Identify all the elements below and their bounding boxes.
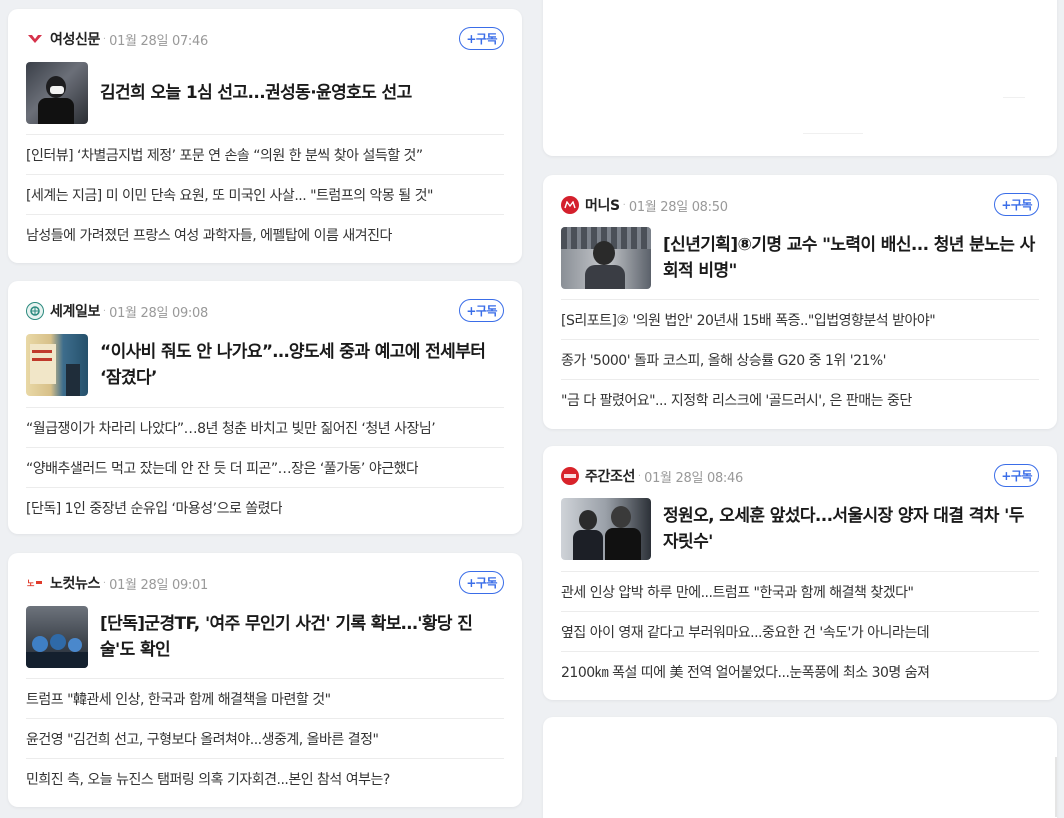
related-title[interactable]: 종가 '5000' 돌파 코스피, 올해 상승률 G20 중 1위 '21%' xyxy=(561,350,886,370)
main-article[interactable]: “이사비 줘도 안 나가요”…양도세 중과 예고에 전세부터 ‘잠겼다’ xyxy=(26,334,504,396)
related-title[interactable]: [단독] 1인 중장년 순유입 ‘마용성’으로 쏠렸다 xyxy=(26,498,282,518)
news-card-moneys: 머니S · 01월 28일 08:50 +구독 [신년기획]⑧기명 교수 "노력… xyxy=(543,175,1057,429)
press-name[interactable]: 노컷뉴스 xyxy=(50,573,100,593)
list-item[interactable]: 관세 인상 압박 하루 만에...트럼프 "한국과 함께 해결책 찾겠다" xyxy=(561,571,1039,611)
news-card-yeoseong: 여성신문 · 01월 28일 07:46 +구독 김건희 오늘 1심 선고...… xyxy=(8,9,522,263)
list-item[interactable]: [인터뷰] ‘차별금지법 제정’ 포문 연 손솔 “의원 한 분씩 찾아 설득할… xyxy=(26,134,504,174)
related-list: 트럼프 "韓관세 인상, 한국과 함께 해결책을 마련할 것" 윤건영 "김건희… xyxy=(26,678,504,798)
ad-placeholder-top xyxy=(543,0,1057,156)
related-title[interactable]: 윤건영 "김건희 선고, 구형보다 올려쳐야...생중계, 올바른 결정" xyxy=(26,729,378,749)
publish-date: 01월 28일 09:08 xyxy=(109,305,208,321)
article-thumbnail[interactable] xyxy=(26,62,88,124)
related-title[interactable]: “월급쟁이가 차라리 나았다”…8년 청춘 바치고 빚만 짊어진 ‘청년 사장님… xyxy=(26,418,435,438)
headline[interactable]: [신년기획]⑧기명 교수 "노력이 배신... 청년 분노는 사회적 비명" xyxy=(663,232,1039,284)
list-item[interactable]: “양배추샐러드 먹고 잤는데 안 잔 듯 더 피곤”…장은 ‘풀가동’ 야근했다 xyxy=(26,447,504,487)
news-card-nocut: 노 노컷뉴스 · 01월 28일 09:01 +구독 [단독]군경TF, '여주… xyxy=(8,553,522,807)
related-title[interactable]: 관세 인상 압박 하루 만에...트럼프 "한국과 함께 해결책 찾겠다" xyxy=(561,582,913,602)
related-title[interactable]: “양배추샐러드 먹고 잤는데 안 잔 듯 더 피곤”…장은 ‘풀가동’ 야근했다 xyxy=(26,458,418,478)
list-item[interactable]: 트럼프 "韓관세 인상, 한국과 함께 해결책을 마련할 것" xyxy=(26,678,504,718)
related-title[interactable]: [세계는 지금] 미 이민 단속 요원, 또 미국인 사살... "트럼프의 악… xyxy=(26,185,433,205)
list-item[interactable]: 옆집 아이 영재 같다고 부러워마요...중요한 건 '속도'가 아니라는데 xyxy=(561,611,1039,651)
related-list: “월급쟁이가 차라리 나았다”…8년 청춘 바치고 빚만 짊어진 ‘청년 사장님… xyxy=(26,407,504,527)
list-item[interactable]: 2100㎞ 폭설 띠에 美 전역 얼어붙었다...눈폭풍에 최소 30명 숨져 xyxy=(561,651,1039,691)
subscribe-button[interactable]: +구독 xyxy=(994,464,1039,487)
subscribe-button[interactable]: +구독 xyxy=(459,571,504,594)
press-name[interactable]: 여성신문 xyxy=(50,29,100,49)
related-title[interactable]: "금 다 팔렸어요"... 지정학 리스크에 '골드러시', 은 판매는 중단 xyxy=(561,390,912,410)
press-name[interactable]: 세계일보 xyxy=(50,301,100,321)
separator-dot: · xyxy=(102,33,107,45)
related-list: 관세 인상 압박 하루 만에...트럼프 "한국과 함께 해결책 찾겠다" 옆집… xyxy=(561,571,1039,691)
related-title[interactable]: 남성들에 가려졌던 프랑스 여성 과학자들, 에펠탑에 이름 새겨진다 xyxy=(26,225,392,245)
list-item[interactable]: 종가 '5000' 돌파 코스피, 올해 상승률 G20 중 1위 '21%' xyxy=(561,339,1039,379)
list-item[interactable]: “월급쟁이가 차라리 나았다”…8년 청춘 바치고 빚만 짊어진 ‘청년 사장님… xyxy=(26,407,504,447)
list-item[interactable]: 민희진 측, 오늘 뉴진스 탬퍼링 의혹 기자회견...본인 참석 여부는? xyxy=(26,758,504,798)
news-card-weekly-chosun: 주간조선 · 01월 28일 08:46 +구독 정원오, 오세훈 앞섰다...… xyxy=(543,446,1057,700)
card-header: 여성신문 · 01월 28일 07:46 +구독 xyxy=(26,27,504,51)
headline[interactable]: 정원오, 오세훈 앞섰다...서울시장 양자 대결 격차 '두 자릿수' xyxy=(663,503,1039,555)
press-name[interactable]: 주간조선 xyxy=(585,466,635,486)
publish-date: 01월 28일 08:46 xyxy=(644,470,743,486)
headline[interactable]: [단독]군경TF, '여주 무인기 사건' 기록 확보…'황당 진술'도 확인 xyxy=(100,611,504,663)
main-article[interactable]: [단독]군경TF, '여주 무인기 사건' 기록 확보…'황당 진술'도 확인 xyxy=(26,606,504,668)
card-header: 노 노컷뉴스 · 01월 28일 09:01 +구독 xyxy=(26,571,504,595)
publish-date: 01월 28일 07:46 xyxy=(109,33,208,49)
moneys-logo-icon[interactable] xyxy=(561,196,579,214)
list-item[interactable]: [S리포트]② '의원 법안' 20년새 15배 폭증.."입법영향분석 받아야… xyxy=(561,299,1039,339)
article-thumbnail[interactable] xyxy=(561,498,651,560)
weekly-chosun-logo-icon[interactable] xyxy=(561,467,579,485)
subscribe-button[interactable]: +구독 xyxy=(994,193,1039,216)
publish-date: 01월 28일 09:01 xyxy=(109,577,208,593)
ad-divider xyxy=(1003,97,1025,98)
separator-dot: · xyxy=(102,577,107,589)
yeoseong-logo-icon[interactable] xyxy=(26,30,44,48)
subscribe-button[interactable]: +구독 xyxy=(459,299,504,322)
main-article[interactable]: 정원오, 오세훈 앞섰다...서울시장 양자 대결 격차 '두 자릿수' xyxy=(561,498,1039,560)
list-item[interactable]: [세계는 지금] 미 이민 단속 요원, 또 미국인 사살... "트럼프의 악… xyxy=(26,174,504,214)
related-list: [S리포트]② '의원 법안' 20년새 15배 폭증.."입법영향분석 받아야… xyxy=(561,299,1039,419)
related-title[interactable]: 2100㎞ 폭설 띠에 美 전역 얼어붙었다...눈폭풍에 최소 30명 숨져 xyxy=(561,662,930,682)
ad-divider xyxy=(803,133,863,134)
related-list: [인터뷰] ‘차별금지법 제정’ 포문 연 손솔 “의원 한 분씩 찾아 설득할… xyxy=(26,134,504,254)
main-article[interactable]: 김건희 오늘 1심 선고...권성동·윤영호도 선고 xyxy=(26,62,504,124)
related-title[interactable]: 트럼프 "韓관세 인상, 한국과 함께 해결책을 마련할 것" xyxy=(26,689,331,709)
publish-date: 01월 28일 08:50 xyxy=(628,199,728,215)
related-title[interactable]: [인터뷰] ‘차별금지법 제정’ 포문 연 손솔 “의원 한 분씩 찾아 설득할… xyxy=(26,145,423,165)
news-card-segye: 세계일보 · 01월 28일 09:08 +구독 “이사비 줘도 안 나가요”…… xyxy=(8,281,522,534)
related-title[interactable]: [S리포트]② '의원 법안' 20년새 15배 폭증.."입법영향분석 받아야… xyxy=(561,310,935,330)
segye-logo-icon[interactable] xyxy=(26,302,44,320)
article-thumbnail[interactable] xyxy=(26,606,88,668)
separator-dot: · xyxy=(622,199,626,211)
headline[interactable]: 김건희 오늘 1심 선고...권성동·윤영호도 선고 xyxy=(100,80,412,106)
list-item[interactable]: "금 다 팔렸어요"... 지정학 리스크에 '골드러시', 은 판매는 중단 xyxy=(561,379,1039,419)
press-name[interactable]: 머니S xyxy=(585,195,620,215)
separator-dot: · xyxy=(102,305,107,317)
headline[interactable]: “이사비 줘도 안 나가요”…양도세 중과 예고에 전세부터 ‘잠겼다’ xyxy=(100,339,504,391)
article-thumbnail[interactable] xyxy=(26,334,88,396)
svg-text:노: 노 xyxy=(27,579,35,588)
article-thumbnail[interactable] xyxy=(561,227,651,289)
nocut-logo-icon[interactable]: 노 xyxy=(26,574,44,592)
list-item[interactable]: 남성들에 가려졌던 프랑스 여성 과학자들, 에펠탑에 이름 새겨진다 xyxy=(26,214,504,254)
separator-dot: · xyxy=(637,470,642,482)
subscribe-button[interactable]: +구독 xyxy=(459,27,504,50)
ad-placeholder-bottom xyxy=(543,717,1057,818)
card-header: 주간조선 · 01월 28일 08:46 +구독 xyxy=(561,464,1039,488)
related-title[interactable]: 옆집 아이 영재 같다고 부러워마요...중요한 건 '속도'가 아니라는데 xyxy=(561,622,929,642)
list-item[interactable]: [단독] 1인 중장년 순유입 ‘마용성’으로 쏠렸다 xyxy=(26,487,504,527)
list-item[interactable]: 윤건영 "김건희 선고, 구형보다 올려쳐야...생중계, 올바른 결정" xyxy=(26,718,504,758)
main-article[interactable]: [신년기획]⑧기명 교수 "노력이 배신... 청년 분노는 사회적 비명" xyxy=(561,227,1039,289)
card-header: 머니S · 01월 28일 08:50 +구독 xyxy=(561,193,1039,217)
card-header: 세계일보 · 01월 28일 09:08 +구독 xyxy=(26,299,504,323)
related-title[interactable]: 민희진 측, 오늘 뉴진스 탬퍼링 의혹 기자회견...본인 참석 여부는? xyxy=(26,769,390,789)
scroll-indicator xyxy=(1055,757,1057,817)
